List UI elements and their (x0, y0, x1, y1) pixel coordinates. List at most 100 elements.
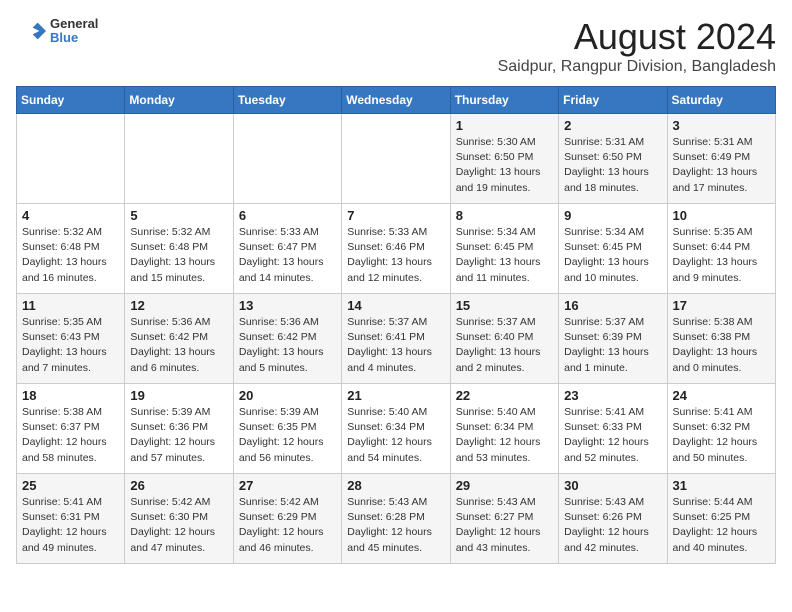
title-block: August 2024 Saidpur, Rangpur Division, B… (498, 16, 776, 76)
day-number: 12 (130, 298, 227, 313)
calendar-cell: 9 Sunrise: 5:34 AM Sunset: 6:45 PM Daylig… (559, 204, 667, 294)
day-number: 31 (673, 478, 770, 493)
day-number: 26 (130, 478, 227, 493)
weekday-header-saturday: Saturday (667, 87, 775, 114)
day-detail: Sunrise: 5:36 AM Sunset: 6:42 PM Dayligh… (130, 315, 227, 376)
day-number: 29 (456, 478, 553, 493)
day-number: 14 (347, 298, 444, 313)
calendar-cell: 17Sunrise: 5:38 AM Sunset: 6:38 PM Dayli… (667, 294, 775, 384)
day-detail: Sunrise: 5:41 AM Sunset: 6:32 PM Dayligh… (673, 405, 770, 466)
day-number: 9 (564, 208, 661, 223)
logo-line1: General (50, 17, 98, 31)
logo-line2: Blue (50, 31, 98, 45)
day-detail: Sunrise: 5:40 AM Sunset: 6:34 PM Dayligh… (456, 405, 553, 466)
day-number: 8 (456, 208, 553, 223)
day-number: 30 (564, 478, 661, 493)
day-number: 13 (239, 298, 336, 313)
day-number: 20 (239, 388, 336, 403)
weekday-header-sunday: Sunday (17, 87, 125, 114)
logo-text: General Blue (50, 17, 98, 46)
calendar-cell: 16 Sunrise: 5:37 AM Sunset: 6:39 PM Dayli… (559, 294, 667, 384)
calendar-subtitle: Saidpur, Rangpur Division, Bangladesh (498, 58, 776, 76)
calendar-cell: 26 Sunrise: 5:42 AM Sunset: 6:30 PM Dayli… (125, 474, 233, 564)
calendar-cell (342, 114, 450, 204)
calendar-cell: 2 Sunrise: 5:31 AM Sunset: 6:50 PM Daylig… (559, 114, 667, 204)
day-number: 2 (564, 118, 661, 133)
calendar-cell: 10 Sunrise: 5:35 AM Sunset: 6:44 PM Dayli… (667, 204, 775, 294)
day-detail: Sunrise: 5:35 AM Sunset: 6:44 PM Dayligh… (673, 225, 770, 286)
day-number: 24 (673, 388, 770, 403)
calendar-table: SundayMondayTuesdayWednesdayThursdayFrid… (16, 86, 776, 564)
day-number: 7 (347, 208, 444, 223)
calendar-cell: 14 Sunrise: 5:37 AM Sunset: 6:41 PM Dayli… (342, 294, 450, 384)
logo: General Blue (16, 16, 98, 46)
day-detail: Sunrise: 5:37 AM Sunset: 6:40 PM Dayligh… (456, 315, 553, 376)
calendar-week-1: 4Sunrise: 5:32 AM Sunset: 6:48 PM Daylig… (17, 204, 776, 294)
day-detail: Sunrise: 5:30 AM Sunset: 6:50 PM Dayligh… (456, 135, 553, 196)
day-number: 15 (456, 298, 553, 313)
calendar-cell: 15 Sunrise: 5:37 AM Sunset: 6:40 PM Dayli… (450, 294, 558, 384)
calendar-week-3: 18Sunrise: 5:38 AM Sunset: 6:37 PM Dayli… (17, 384, 776, 474)
day-number: 10 (673, 208, 770, 223)
calendar-cell: 21 Sunrise: 5:40 AM Sunset: 6:34 PM Dayli… (342, 384, 450, 474)
day-detail: Sunrise: 5:31 AM Sunset: 6:50 PM Dayligh… (564, 135, 661, 196)
day-detail: Sunrise: 5:43 AM Sunset: 6:26 PM Dayligh… (564, 495, 661, 556)
calendar-cell: 12 Sunrise: 5:36 AM Sunset: 6:42 PM Dayli… (125, 294, 233, 384)
weekday-row: SundayMondayTuesdayWednesdayThursdayFrid… (17, 87, 776, 114)
calendar-cell: 19Sunrise: 5:39 AM Sunset: 6:36 PM Dayli… (125, 384, 233, 474)
day-number: 28 (347, 478, 444, 493)
weekday-header-wednesday: Wednesday (342, 87, 450, 114)
calendar-week-4: 25Sunrise: 5:41 AM Sunset: 6:31 PM Dayli… (17, 474, 776, 564)
calendar-cell: 13 Sunrise: 5:36 AM Sunset: 6:42 PM Dayli… (233, 294, 341, 384)
day-number: 19 (130, 388, 227, 403)
page-header: General Blue August 2024 Saidpur, Rangpu… (16, 16, 776, 76)
day-detail: Sunrise: 5:32 AM Sunset: 6:48 PM Dayligh… (22, 225, 119, 286)
calendar-header: SundayMondayTuesdayWednesdayThursdayFrid… (17, 87, 776, 114)
day-detail: Sunrise: 5:36 AM Sunset: 6:42 PM Dayligh… (239, 315, 336, 376)
calendar-cell: 7 Sunrise: 5:33 AM Sunset: 6:46 PM Daylig… (342, 204, 450, 294)
calendar-cell: 1 Sunrise: 5:30 AM Sunset: 6:50 PM Daylig… (450, 114, 558, 204)
calendar-cell (233, 114, 341, 204)
day-detail: Sunrise: 5:33 AM Sunset: 6:47 PM Dayligh… (239, 225, 336, 286)
day-detail: Sunrise: 5:43 AM Sunset: 6:27 PM Dayligh… (456, 495, 553, 556)
calendar-cell: 5 Sunrise: 5:32 AM Sunset: 6:48 PM Daylig… (125, 204, 233, 294)
day-detail: Sunrise: 5:34 AM Sunset: 6:45 PM Dayligh… (564, 225, 661, 286)
calendar-cell: 4Sunrise: 5:32 AM Sunset: 6:48 PM Daylig… (17, 204, 125, 294)
calendar-cell (17, 114, 125, 204)
calendar-cell: 30 Sunrise: 5:43 AM Sunset: 6:26 PM Dayli… (559, 474, 667, 564)
day-number: 27 (239, 478, 336, 493)
day-number: 3 (673, 118, 770, 133)
calendar-week-0: 1 Sunrise: 5:30 AM Sunset: 6:50 PM Daylig… (17, 114, 776, 204)
day-detail: Sunrise: 5:38 AM Sunset: 6:37 PM Dayligh… (22, 405, 119, 466)
day-number: 5 (130, 208, 227, 223)
day-detail: Sunrise: 5:37 AM Sunset: 6:39 PM Dayligh… (564, 315, 661, 376)
day-detail: Sunrise: 5:33 AM Sunset: 6:46 PM Dayligh… (347, 225, 444, 286)
calendar-cell: 22Sunrise: 5:40 AM Sunset: 6:34 PM Dayli… (450, 384, 558, 474)
day-detail: Sunrise: 5:41 AM Sunset: 6:31 PM Dayligh… (22, 495, 119, 556)
weekday-header-tuesday: Tuesday (233, 87, 341, 114)
calendar-cell: 31Sunrise: 5:44 AM Sunset: 6:25 PM Dayli… (667, 474, 775, 564)
day-number: 6 (239, 208, 336, 223)
day-detail: Sunrise: 5:31 AM Sunset: 6:49 PM Dayligh… (673, 135, 770, 196)
day-detail: Sunrise: 5:43 AM Sunset: 6:28 PM Dayligh… (347, 495, 444, 556)
logo-icon (16, 16, 46, 46)
calendar-title: August 2024 (498, 16, 776, 58)
calendar-cell: 3 Sunrise: 5:31 AM Sunset: 6:49 PM Daylig… (667, 114, 775, 204)
calendar-cell: 18Sunrise: 5:38 AM Sunset: 6:37 PM Dayli… (17, 384, 125, 474)
day-number: 1 (456, 118, 553, 133)
calendar-cell: 25Sunrise: 5:41 AM Sunset: 6:31 PM Dayli… (17, 474, 125, 564)
day-number: 21 (347, 388, 444, 403)
day-detail: Sunrise: 5:40 AM Sunset: 6:34 PM Dayligh… (347, 405, 444, 466)
day-number: 16 (564, 298, 661, 313)
day-number: 11 (22, 298, 119, 313)
day-detail: Sunrise: 5:34 AM Sunset: 6:45 PM Dayligh… (456, 225, 553, 286)
day-detail: Sunrise: 5:32 AM Sunset: 6:48 PM Dayligh… (130, 225, 227, 286)
day-detail: Sunrise: 5:42 AM Sunset: 6:30 PM Dayligh… (130, 495, 227, 556)
day-detail: Sunrise: 5:35 AM Sunset: 6:43 PM Dayligh… (22, 315, 119, 376)
calendar-cell: 24 Sunrise: 5:41 AM Sunset: 6:32 PM Dayli… (667, 384, 775, 474)
calendar-cell: 28 Sunrise: 5:43 AM Sunset: 6:28 PM Dayli… (342, 474, 450, 564)
weekday-header-monday: Monday (125, 87, 233, 114)
calendar-cell: 8 Sunrise: 5:34 AM Sunset: 6:45 PM Daylig… (450, 204, 558, 294)
day-detail: Sunrise: 5:37 AM Sunset: 6:41 PM Dayligh… (347, 315, 444, 376)
calendar-body: 1 Sunrise: 5:30 AM Sunset: 6:50 PM Daylig… (17, 114, 776, 564)
